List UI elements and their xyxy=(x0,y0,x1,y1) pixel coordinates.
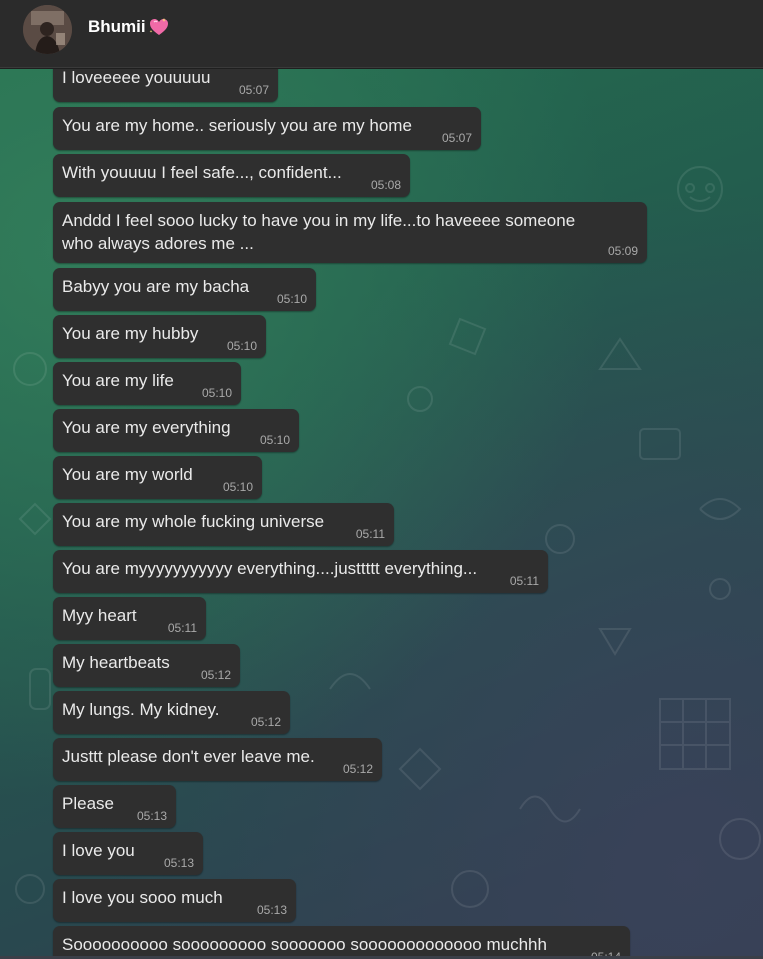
message-bubble[interactable]: Babyy you are my bacha 05:10 xyxy=(53,268,316,311)
message-bubble[interactable]: My lungs. My kidney. 05:12 xyxy=(53,691,290,734)
message-time: 05:11 xyxy=(167,621,197,635)
message-text: Justtt please don't ever leave me. xyxy=(62,747,315,766)
message-time: 05:13 xyxy=(256,903,287,917)
message-time: 05:10 xyxy=(259,433,290,447)
message-bubble[interactable]: You are my whole fucking universe 05:11 xyxy=(53,503,394,546)
message-bubble[interactable]: With youuuu I feel safe..., confident...… xyxy=(53,154,410,197)
chat-window: Bhumii I loveeeee youuuuu 05:07 You are … xyxy=(0,0,763,959)
message-bubble[interactable]: You are my everything 05:10 xyxy=(53,409,299,452)
message-text: You are my home.. seriously you are my h… xyxy=(62,116,412,135)
message-time: 05:09 xyxy=(607,244,638,258)
message-bubble[interactable]: Soooooooooo sooooooooo sooooooo sooooooo… xyxy=(53,926,630,959)
avatar-photo-icon xyxy=(23,5,72,54)
message-text: You are myyyyyyyyyyy everything....justt… xyxy=(62,559,478,578)
message-text: I love you xyxy=(62,841,135,860)
message-time: 05:12 xyxy=(342,762,373,776)
message-bubble[interactable]: Myy heart 05:11 xyxy=(53,597,206,640)
sparkling-heart-icon xyxy=(148,17,170,37)
message-time: 05:07 xyxy=(441,131,472,145)
contact-avatar[interactable] xyxy=(23,5,72,54)
message-text: With youuuu I feel safe..., confident... xyxy=(62,163,342,182)
message-time: 05:10 xyxy=(226,339,257,353)
chat-header: Bhumii xyxy=(0,0,763,68)
message-time: 05:11 xyxy=(355,527,385,541)
message-bubble[interactable]: I love you 05:13 xyxy=(53,832,203,875)
message-bubble[interactable]: My heartbeats 05:12 xyxy=(53,644,240,687)
message-text: You are my everything xyxy=(62,418,231,437)
message-time: 05:07 xyxy=(238,83,269,97)
message-bubble[interactable]: You are my hubby 05:10 xyxy=(53,315,266,358)
message-text: You are my world xyxy=(62,465,193,484)
message-time: 05:13 xyxy=(136,809,167,823)
message-list[interactable]: I loveeeee youuuuu 05:07 You are my home… xyxy=(0,69,763,959)
message-bubble[interactable]: Anddd I feel sooo lucky to have you in m… xyxy=(53,202,647,263)
message-bubble[interactable]: I loveeeee youuuuu 05:07 xyxy=(53,69,278,102)
message-time: 05:12 xyxy=(250,715,281,729)
message-text: Babyy you are my bacha xyxy=(62,277,250,296)
message-text: I love you sooo much xyxy=(62,888,223,907)
message-bubble[interactable]: You are my home.. seriously you are my h… xyxy=(53,107,481,150)
message-text: Anddd I feel sooo lucky to have you in m… xyxy=(62,211,580,253)
message-text: My lungs. My kidney. xyxy=(62,700,220,719)
message-time: 05:10 xyxy=(276,292,307,306)
message-bubble[interactable]: I love you sooo much 05:13 xyxy=(53,879,296,922)
message-time: 05:10 xyxy=(201,386,232,400)
message-time: 05:10 xyxy=(222,480,253,494)
message-text: I loveeeee youuuuu xyxy=(62,69,211,87)
message-text: You are my hubby xyxy=(62,324,199,343)
message-text: Please xyxy=(62,794,114,813)
contact-name-text: Bhumii xyxy=(88,17,146,36)
message-text: Myy heart xyxy=(62,606,137,625)
message-text: You are my whole fucking universe xyxy=(62,512,325,531)
message-time: 05:12 xyxy=(200,668,231,682)
message-time: 05:11 xyxy=(509,574,539,588)
message-text: My heartbeats xyxy=(62,653,170,672)
message-text: You are my life xyxy=(62,371,174,390)
message-text: Soooooooooo sooooooooo sooooooo sooooooo… xyxy=(62,935,547,954)
message-time: 05:13 xyxy=(163,856,194,870)
message-bubble[interactable]: You are myyyyyyyyyyy everything....justt… xyxy=(53,550,548,593)
message-bubble[interactable]: Please 05:13 xyxy=(53,785,176,828)
contact-name[interactable]: Bhumii xyxy=(88,17,170,37)
message-bubble[interactable]: You are my life 05:10 xyxy=(53,362,241,405)
message-bubble[interactable]: You are my world 05:10 xyxy=(53,456,262,499)
message-bubble[interactable]: Justtt please don't ever leave me. 05:12 xyxy=(53,738,382,781)
message-time: 05:08 xyxy=(370,178,401,192)
